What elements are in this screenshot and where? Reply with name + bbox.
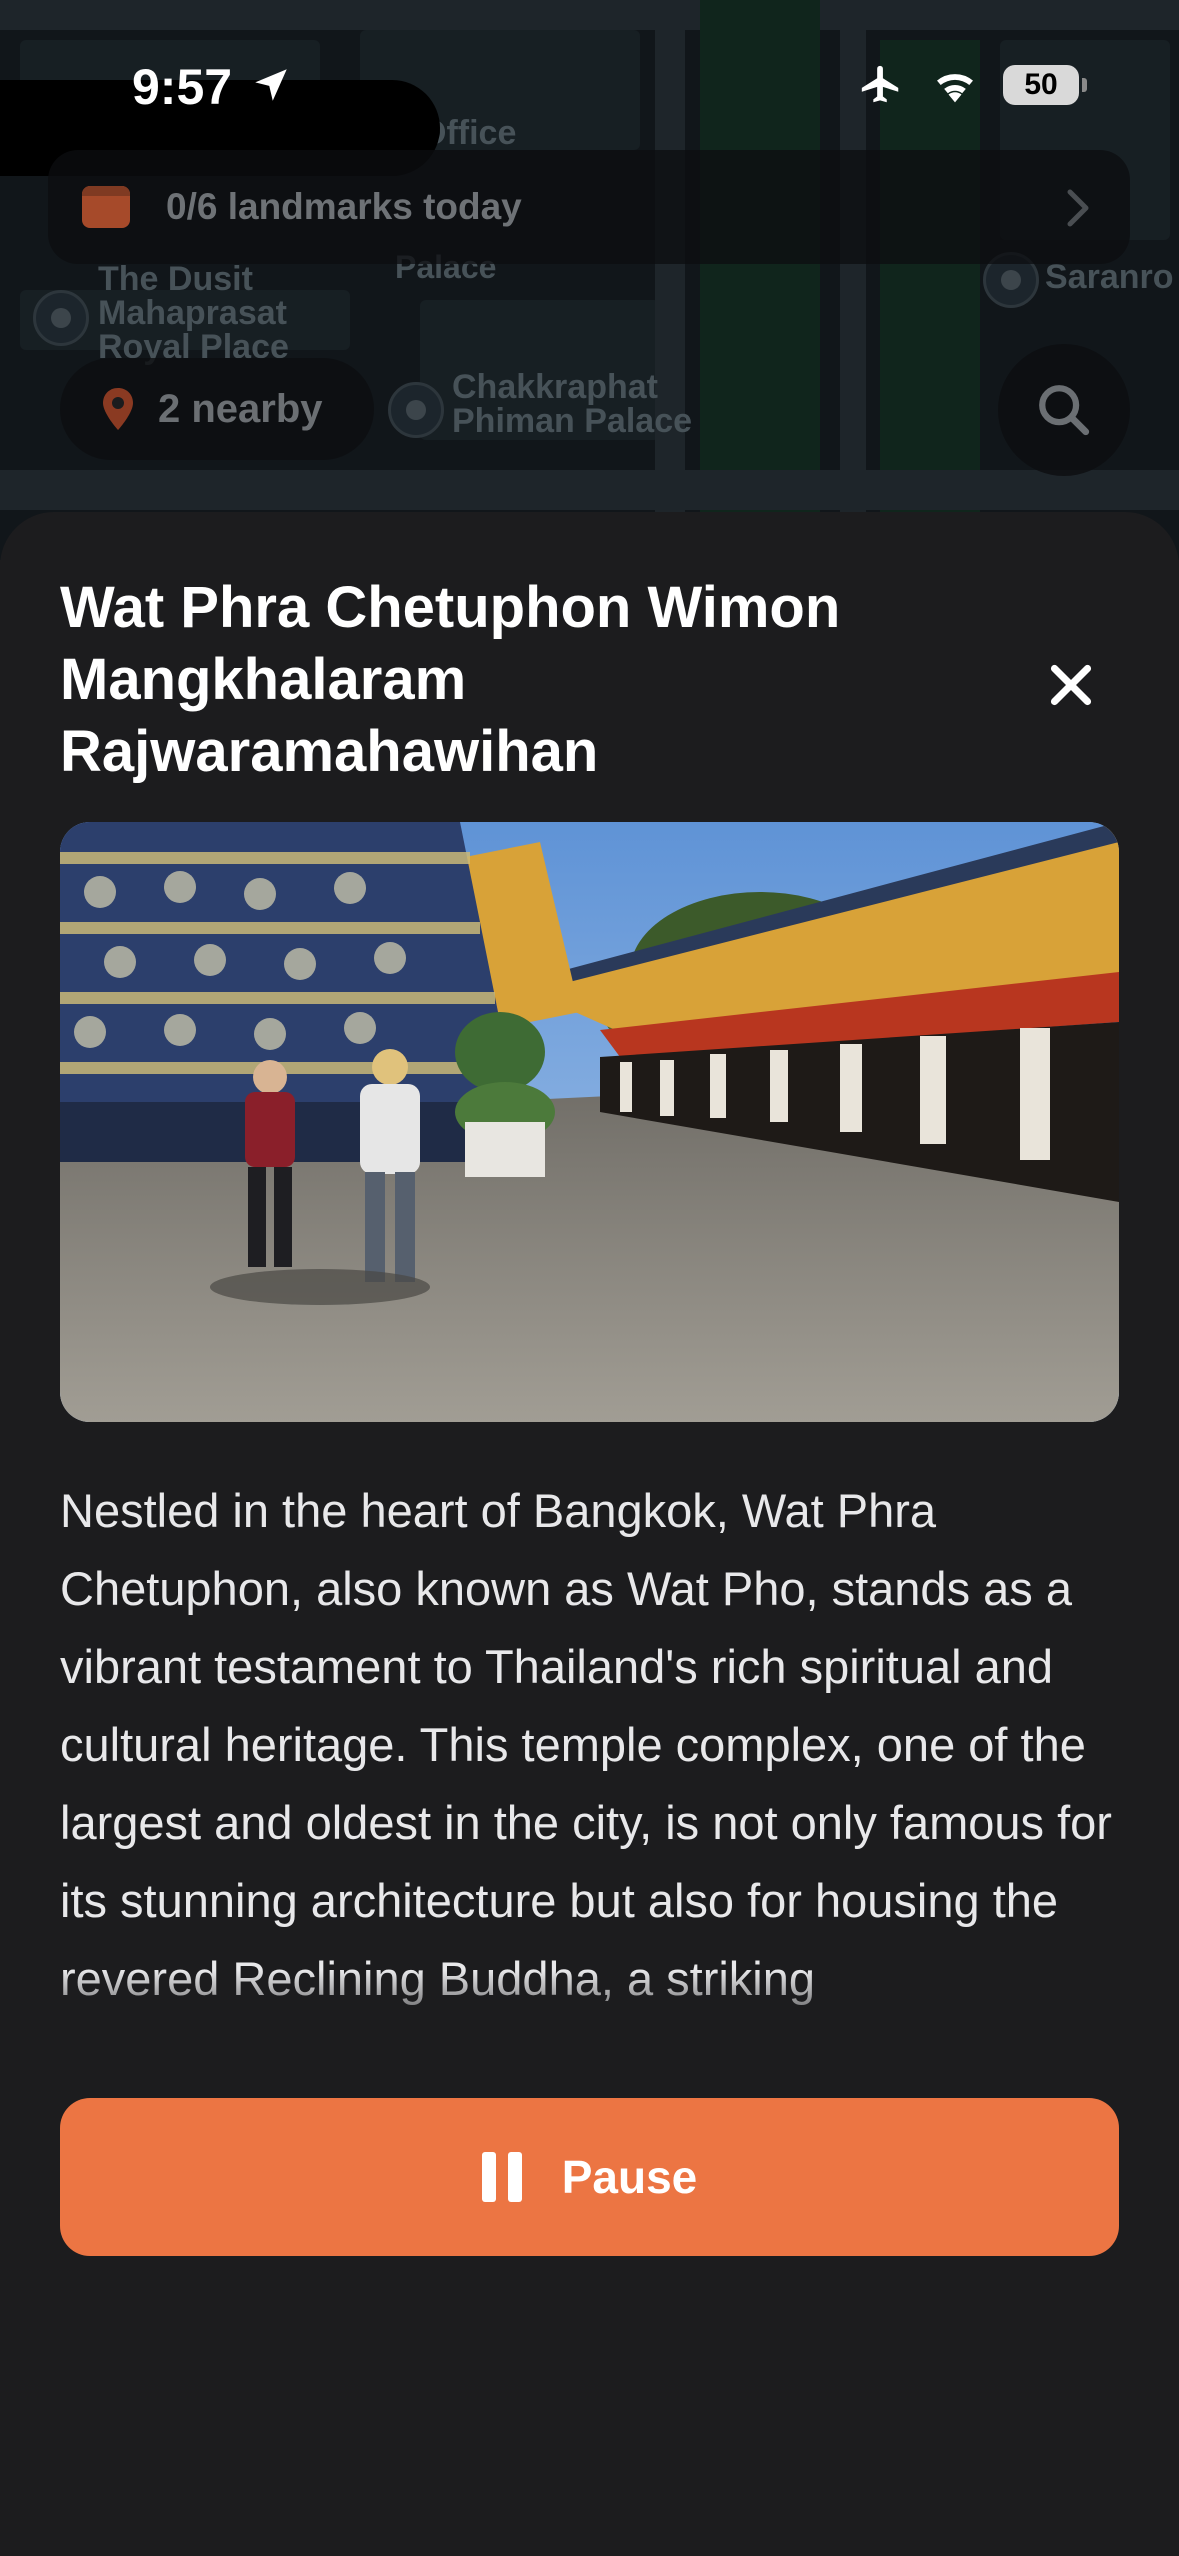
map-view[interactable]: Office Palace The Dusit Mahaprasat Royal… bbox=[0, 0, 1179, 560]
landmarks-progress-text: 0/6 landmarks today bbox=[166, 186, 522, 227]
pause-icon bbox=[481, 2152, 522, 2202]
pause-button[interactable]: Pause bbox=[60, 2098, 1119, 2256]
status-time: 9:57 bbox=[132, 59, 233, 115]
calendar-icon bbox=[82, 186, 130, 228]
landmark-description[interactable]: Nestled in the heart of Bangkok, Wat Phr… bbox=[60, 1472, 1120, 2040]
chevron-right-icon bbox=[1067, 189, 1089, 227]
wifi-icon bbox=[937, 74, 973, 103]
description-text: Nestled in the heart of Bangkok, Wat Phr… bbox=[60, 1484, 1112, 2005]
battery-icon: 50 bbox=[1003, 65, 1087, 105]
nearby-button[interactable]: 2 nearby bbox=[60, 358, 374, 460]
close-icon bbox=[1050, 664, 1092, 706]
landmark-detail-sheet: Wat Phra Chetuphon Wimon Mangkhalaram Ra… bbox=[0, 512, 1179, 2556]
close-button[interactable] bbox=[1038, 652, 1104, 718]
search-icon bbox=[1039, 385, 1090, 436]
landmarks-progress-bar[interactable]: 0/6 landmarks today bbox=[48, 150, 1130, 264]
nearby-label: 2 nearby bbox=[158, 386, 323, 431]
landmark-title: Wat Phra Chetuphon Wimon Mangkhalaram Ra… bbox=[60, 575, 841, 784]
location-arrow-icon bbox=[255, 69, 287, 101]
landmark-photo bbox=[60, 822, 1119, 1422]
pin-icon bbox=[103, 388, 133, 430]
search-button[interactable] bbox=[998, 344, 1130, 476]
pause-label: Pause bbox=[561, 2151, 698, 2203]
airplane-icon bbox=[861, 65, 899, 103]
